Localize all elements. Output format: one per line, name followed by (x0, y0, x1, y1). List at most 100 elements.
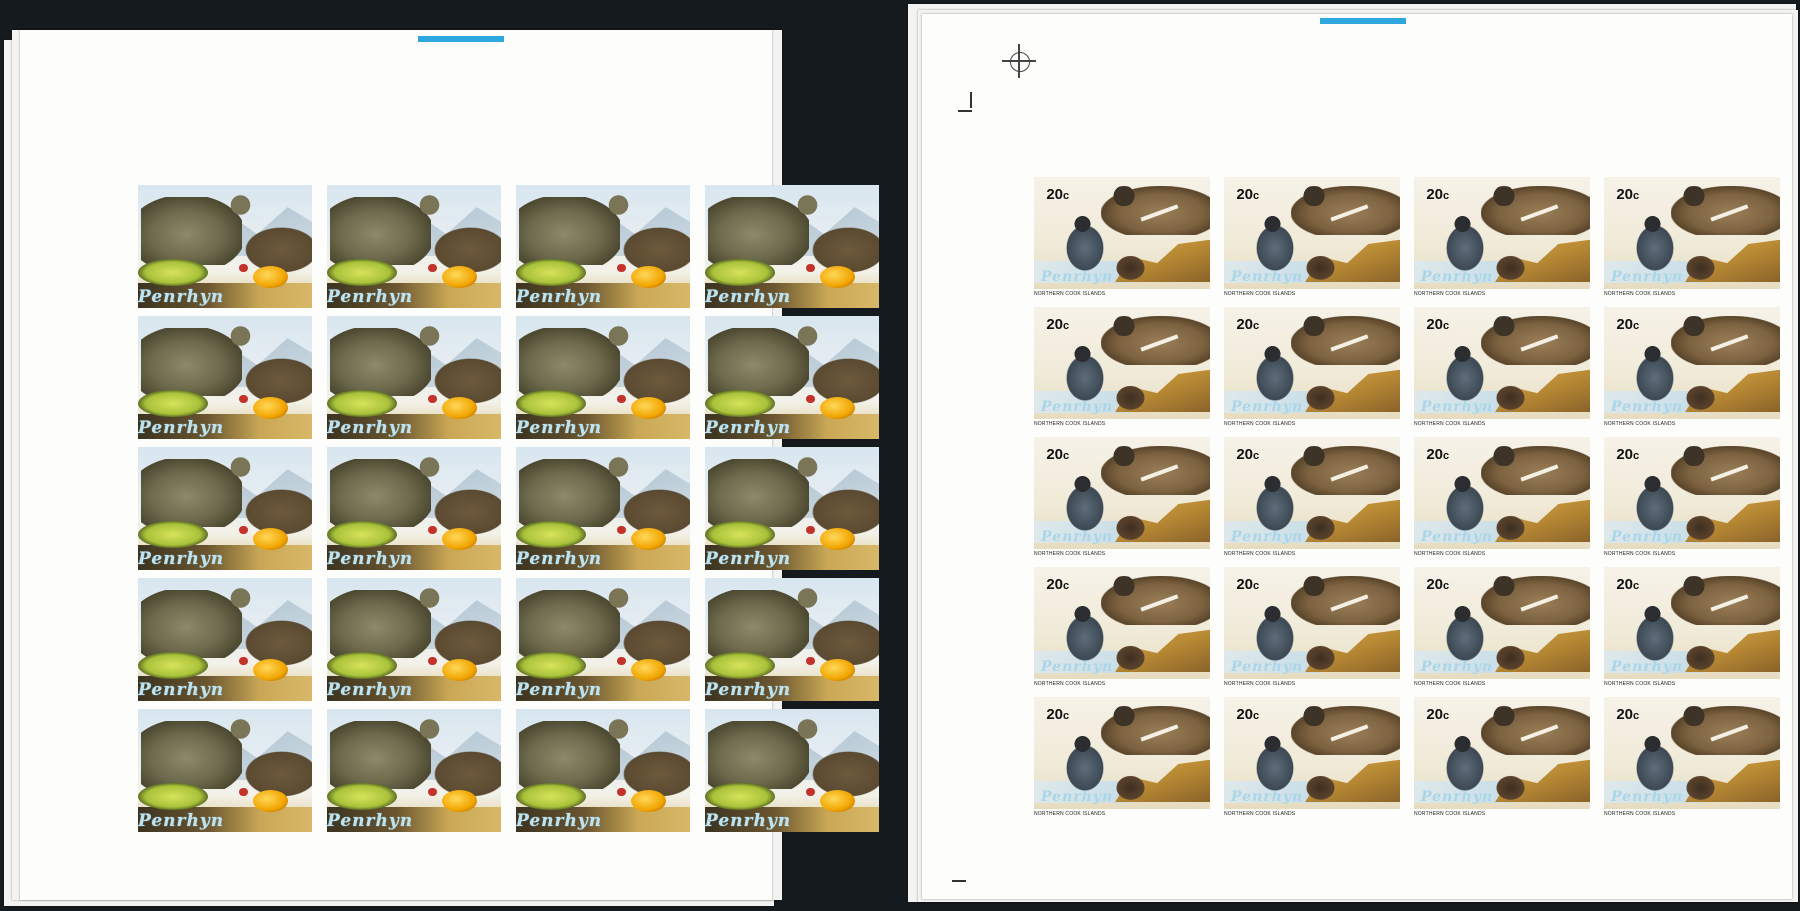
grouse-stamp: Penrhyn (327, 185, 501, 308)
duck-head (1299, 575, 1328, 597)
duck-head (1299, 705, 1328, 727)
stamp-script-label: Penrhyn (1041, 788, 1114, 805)
country-caption: NORTHERN COOK ISLANDS (1224, 551, 1296, 557)
nest (138, 258, 208, 286)
stamp-script-label: Penrhyn (327, 417, 414, 438)
grouse-bird-front (708, 459, 810, 527)
duck-stamp-cell: 20c Penrhyn NORTHERN COOK ISLANDS (1604, 567, 1780, 691)
nest (705, 389, 775, 417)
stamp-script-label: Penrhyn (1611, 788, 1684, 805)
duck-stamp-cell: 20c Penrhyn NORTHERN COOK ISLANDS (1414, 697, 1590, 821)
red-wattle (805, 525, 815, 535)
duck-small (1683, 773, 1719, 801)
stamp-script-label: Penrhyn (1611, 268, 1684, 285)
red-wattle (238, 525, 248, 535)
duck-stamp: 20c Penrhyn (1604, 437, 1780, 549)
duck-head (1642, 735, 1663, 753)
grouse-bird-front (141, 721, 243, 789)
egg (252, 790, 288, 813)
grouse-bird-front (519, 459, 621, 527)
grouse-bird-front (330, 328, 432, 396)
duck-head (1072, 475, 1093, 493)
grouse-stamp: Penrhyn (705, 185, 879, 308)
duck-stamp-cell: 20c Penrhyn NORTHERN COOK ISLANDS (1034, 697, 1210, 821)
registration-crosshair (1002, 44, 1036, 78)
duck-stamp: 20c Penrhyn (1414, 567, 1590, 679)
country-caption: NORTHERN COOK ISLANDS (1224, 811, 1296, 817)
grouse-bird-head (606, 587, 631, 608)
grouse-bird-head (417, 194, 442, 215)
duck-small (1113, 643, 1149, 671)
duck-head (1642, 345, 1663, 363)
grouse-bird-head (795, 194, 820, 215)
nest (516, 782, 586, 810)
stamp-script-label: Penrhyn (138, 417, 225, 438)
duck-head (1072, 605, 1093, 623)
egg (630, 266, 666, 289)
duck-head (1489, 445, 1518, 467)
grouse-stamp: Penrhyn (516, 709, 690, 832)
duck-small (1113, 513, 1149, 541)
grouse-bird-front (330, 459, 432, 527)
grouse-stamp: Penrhyn (705, 578, 879, 701)
red-wattle (805, 263, 815, 273)
duck-stamp-cell: 20c Penrhyn NORTHERN COOK ISLANDS (1224, 177, 1400, 301)
denomination-label: 20c (1426, 185, 1450, 203)
duck-head (1452, 215, 1473, 233)
stamp-script-label: Penrhyn (327, 679, 414, 700)
egg (441, 397, 477, 420)
red-wattle (616, 394, 626, 404)
duck-head (1299, 315, 1328, 337)
stamp-script-label: Penrhyn (516, 548, 603, 569)
duck-stamp: 20c Penrhyn (1034, 567, 1210, 679)
duck-stamp: 20c Penrhyn (1034, 177, 1210, 289)
grouse-stamp: Penrhyn (138, 185, 312, 308)
stamp-script-label: Penrhyn (1421, 788, 1494, 805)
red-wattle (238, 656, 248, 666)
grouse-bird-head (228, 718, 253, 739)
grouse-stamp: Penrhyn (516, 578, 690, 701)
egg (441, 659, 477, 682)
stamp-script-label: Penrhyn (1611, 528, 1684, 545)
stamp-script-label: Penrhyn (516, 286, 603, 307)
crop-mark (958, 110, 972, 112)
duck-head (1642, 215, 1663, 233)
duck-small (1683, 383, 1719, 411)
grouse-bird-head (417, 456, 442, 477)
nest (138, 389, 208, 417)
duck-stamp-cell: 20c Penrhyn NORTHERN COOK ISLANDS (1604, 177, 1780, 301)
nest (705, 782, 775, 810)
grouse-stamp: Penrhyn (138, 316, 312, 439)
stamp-script-label: Penrhyn (705, 286, 792, 307)
stamp-script-label: Penrhyn (1611, 398, 1684, 415)
grouse-bird-head (417, 587, 442, 608)
duck-small (1493, 773, 1529, 801)
grouse-stamp: Penrhyn (138, 709, 312, 832)
duck-head (1109, 575, 1138, 597)
duck-small (1303, 643, 1339, 671)
denomination-label: 20c (1236, 185, 1260, 203)
duck-head (1642, 475, 1663, 493)
duck-head (1489, 575, 1518, 597)
duck-small (1303, 773, 1339, 801)
duck-head (1299, 445, 1328, 467)
nest (138, 782, 208, 810)
red-wattle (616, 525, 626, 535)
duck-stamp-cell: 20c Penrhyn NORTHERN COOK ISLANDS (1034, 567, 1210, 691)
stamp-script-label: Penrhyn (705, 679, 792, 700)
denomination-label: 20c (1616, 575, 1640, 593)
duck-small (1493, 253, 1529, 281)
stamp-script-label: Penrhyn (1041, 528, 1114, 545)
duck-stamp: 20c Penrhyn (1414, 697, 1590, 809)
stamp-script-label: Penrhyn (1421, 658, 1494, 675)
denomination-label: 20c (1046, 445, 1070, 463)
duck-head (1452, 345, 1473, 363)
left-sheet-margin-strip (418, 36, 504, 42)
stamp-script-label: Penrhyn (327, 548, 414, 569)
duck-head (1109, 705, 1138, 727)
stamp-script-label: Penrhyn (1231, 528, 1304, 545)
duck-small (1683, 513, 1719, 541)
red-wattle (427, 525, 437, 535)
duck-head (1262, 735, 1283, 753)
duck-stamp-cell: 20c Penrhyn NORTHERN COOK ISLANDS (1414, 437, 1590, 561)
